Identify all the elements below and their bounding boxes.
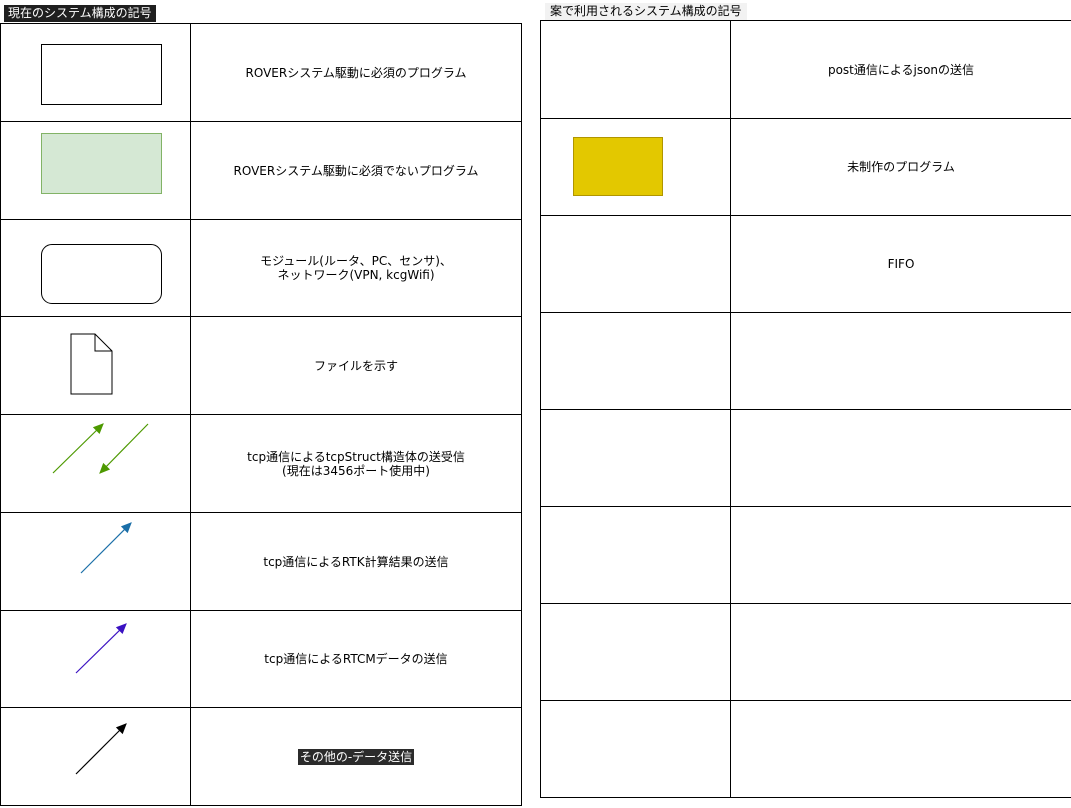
description-cell: ROVERシステム駆動に必須でないプログラム	[190, 121, 522, 220]
description-cell: その他の-データ送信	[190, 707, 522, 806]
proposed-symbols-table: post通信によるjsonの送信 未制作のプログラム FIFO	[540, 20, 1071, 798]
legend-row: ROVERシステム駆動に必須でないプログラム	[0, 121, 522, 220]
description-text: tcp通信によるRTCMデータの送信	[264, 652, 448, 666]
blue-arrow-icon	[80, 522, 132, 574]
description-cell: FIFO	[730, 215, 1071, 313]
description-cell: tcp通信によるRTCMデータの送信	[190, 610, 522, 708]
description-cell: tcp通信によるRTK計算結果の送信	[190, 512, 522, 611]
empty-legend-row	[540, 603, 1071, 701]
legend-row: 未制作のプログラム	[540, 118, 1071, 216]
symbol-cell	[540, 20, 731, 119]
symbol-cell	[0, 219, 191, 317]
purple-arrow-container	[75, 623, 127, 674]
description-text-line-1: モジュール(ルータ、PC、センサ)、	[260, 254, 452, 268]
description-text: ROVERシステム駆動に必須でないプログラム	[233, 163, 479, 178]
description-text: post通信によるjsonの送信	[827, 62, 975, 77]
empty-description-cell	[730, 312, 1071, 410]
symbol-cell	[540, 215, 731, 313]
empty-legend-row	[540, 506, 1071, 604]
empty-legend-row	[540, 312, 1071, 410]
empty-symbol-cell	[540, 700, 731, 798]
description-text-line-2: (現在は3456ポート使用中)	[282, 463, 430, 478]
description-cell: post通信によるjsonの送信	[730, 20, 1071, 119]
empty-description-cell	[730, 603, 1071, 701]
symbol-cell	[0, 121, 191, 220]
description-text-line-2: ネットワーク(VPN, kcgWifi)	[277, 268, 435, 282]
legend-row: ファイルを示す	[0, 316, 522, 415]
symbol-cell	[540, 118, 731, 216]
symbol-cell	[0, 610, 191, 708]
legend-row: post通信によるjsonの送信	[540, 20, 1071, 119]
bidirectional-arrows-icon	[52, 423, 149, 474]
legend-row: tcp通信によるRTK計算結果の送信	[0, 512, 522, 611]
empty-symbol-cell	[540, 409, 731, 507]
black-arrow-icon	[75, 723, 127, 775]
description-cell: ROVERシステム駆動に必須のプログラム	[190, 23, 522, 122]
legend-row: FIFO	[540, 215, 1071, 313]
file-icon	[70, 333, 113, 395]
description-text-line-1: tcp通信によるtcpStruct構造体の送受信	[247, 449, 465, 464]
legend-row: tcp通信によるtcpStruct構造体の送受信 (現在は3456ポート使用中)	[0, 414, 522, 513]
description-cell: 未制作のプログラム	[730, 118, 1071, 216]
blue-arrow-container	[80, 522, 132, 574]
empty-symbol-cell	[540, 312, 731, 410]
description-cell: モジュール(ルータ、PC、センサ)、 ネットワーク(VPN, kcgWifi)	[190, 219, 522, 317]
symbol-cell	[0, 512, 191, 611]
red-arrow-container	[541, 21, 731, 119]
empty-legend-row	[540, 700, 1071, 798]
symbol-cell	[0, 23, 191, 122]
description-text: 未制作のプログラム	[847, 160, 955, 174]
symbol-cell	[0, 707, 191, 806]
current-symbols-title: 現在のシステム構成の記号	[4, 5, 156, 22]
empty-description-cell	[730, 409, 1071, 507]
black-arrow-container	[75, 723, 127, 775]
legend-row: モジュール(ルータ、PC、センサ)、 ネットワーク(VPN, kcgWifi)	[0, 219, 522, 317]
description-text: その他の-データ送信	[297, 748, 415, 765]
description-text: tcp通信によるRTK計算結果の送信	[263, 554, 449, 569]
module-rounded-rectangle-icon	[41, 244, 162, 304]
legend-row: ROVERシステム駆動に必須のプログラム	[0, 23, 522, 122]
symbol-cell	[0, 414, 191, 513]
description-text: FIFO	[887, 257, 915, 271]
empty-symbol-cell	[540, 506, 731, 604]
green-arrow-send-icon	[52, 423, 104, 474]
required-program-rectangle-icon	[41, 44, 162, 105]
description-cell: ファイルを示す	[190, 316, 522, 415]
empty-legend-row	[540, 409, 1071, 507]
optional-program-rectangle-icon	[41, 133, 162, 194]
empty-description-cell	[730, 700, 1071, 798]
empty-description-cell	[730, 506, 1071, 604]
description-cell: tcp通信によるtcpStruct構造体の送受信 (現在は3456ポート使用中)	[190, 414, 522, 513]
description-text: ファイルを示す	[313, 358, 398, 373]
unfinished-program-rectangle-icon	[573, 137, 663, 196]
proposed-symbols-title: 案で利用されるシステム構成の記号	[545, 3, 747, 20]
gold-arrow-container	[541, 216, 731, 313]
legend-row: その他の-データ送信	[0, 707, 522, 806]
purple-arrow-icon	[75, 623, 127, 674]
green-arrow-receive-icon	[99, 423, 149, 474]
symbol-cell	[0, 316, 191, 415]
description-text: ROVERシステム駆動に必須のプログラム	[245, 65, 467, 80]
empty-symbol-cell	[540, 603, 731, 701]
legend-row: tcp通信によるRTCMデータの送信	[0, 610, 522, 708]
current-symbols-table: ROVERシステム駆動に必須のプログラム ROVERシステム駆動に必須でないプロ…	[0, 23, 522, 806]
